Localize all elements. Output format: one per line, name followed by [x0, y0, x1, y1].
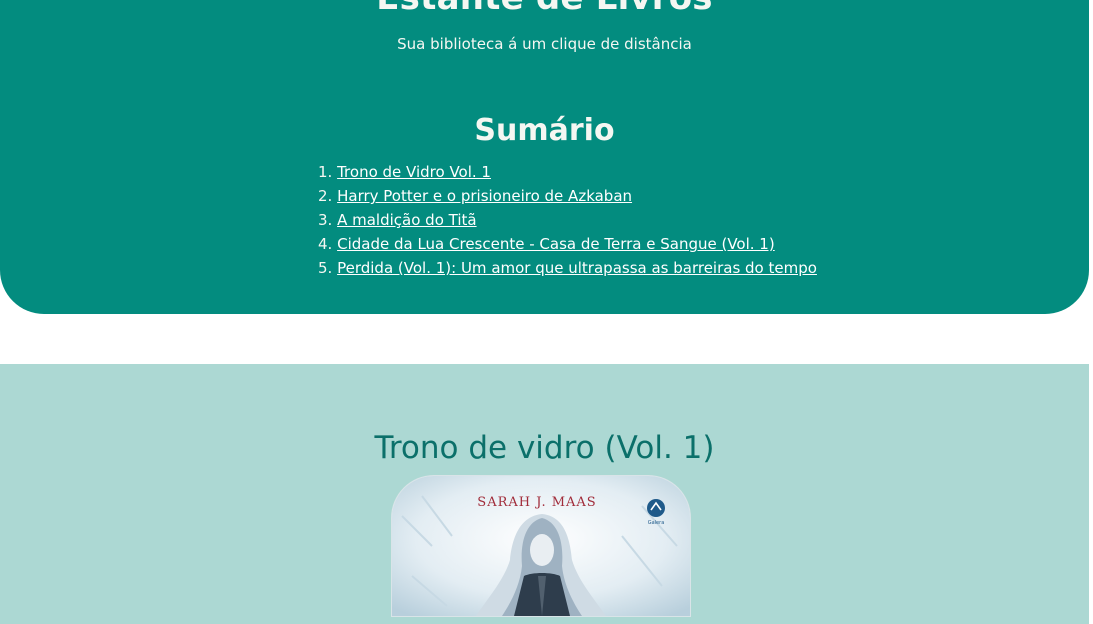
toc-link-harry-potter[interactable]: Harry Potter e o prisioneiro de Azkaban	[337, 187, 632, 205]
toc-item: 1. Trono de Vidro Vol. 1	[318, 160, 817, 184]
tagline: Sua biblioteca á um clique de distância	[397, 35, 692, 53]
publisher-logo-icon: Galera	[647, 499, 665, 526]
toc-number: 4.	[318, 235, 333, 253]
book-cover-image: SARAH J. MAAS Galera	[392, 476, 690, 616]
header: Estante de Livros Sua biblioteca á um cl…	[0, 0, 1089, 314]
publisher-name: Galera	[648, 520, 665, 526]
toc-link-perdida[interactable]: Perdida (Vol. 1): Um amor que ultrapassa…	[337, 259, 817, 277]
toc-number: 5.	[318, 259, 333, 277]
book-title: Trono de vidro (Vol. 1)	[374, 430, 715, 466]
toc-item: 3. A maldição do Titã	[318, 208, 817, 232]
toc-item: 5. Perdida (Vol. 1): Um amor que ultrapa…	[318, 256, 817, 280]
toc-link-maldicao-do-tita[interactable]: A maldição do Titã	[337, 211, 476, 229]
toc-title: Sumário	[474, 113, 615, 148]
toc-number: 1.	[318, 163, 333, 181]
book-section-trono-de-vidro: Trono de vidro (Vol. 1) SARAH J. MAAS Ga…	[0, 364, 1089, 624]
toc-item: 2. Harry Potter e o prisioneiro de Azkab…	[318, 184, 817, 208]
toc-link-cidade-da-lua-crescente[interactable]: Cidade da Lua Crescente - Casa de Terra …	[337, 235, 775, 253]
toc-item: 4. Cidade da Lua Crescente - Casa de Ter…	[318, 232, 817, 256]
book-cover-art: SARAH J. MAAS Galera	[392, 476, 690, 616]
toc-number: 3.	[318, 211, 333, 229]
toc-list: 1. Trono de Vidro Vol. 1 2. Harry Potter…	[318, 160, 817, 280]
site-title: Estante de Livros	[0, 0, 1089, 18]
cover-author-text: SARAH J. MAAS	[477, 495, 596, 510]
toc-link-trono-de-vidro[interactable]: Trono de Vidro Vol. 1	[337, 163, 491, 181]
toc-number: 2.	[318, 187, 333, 205]
